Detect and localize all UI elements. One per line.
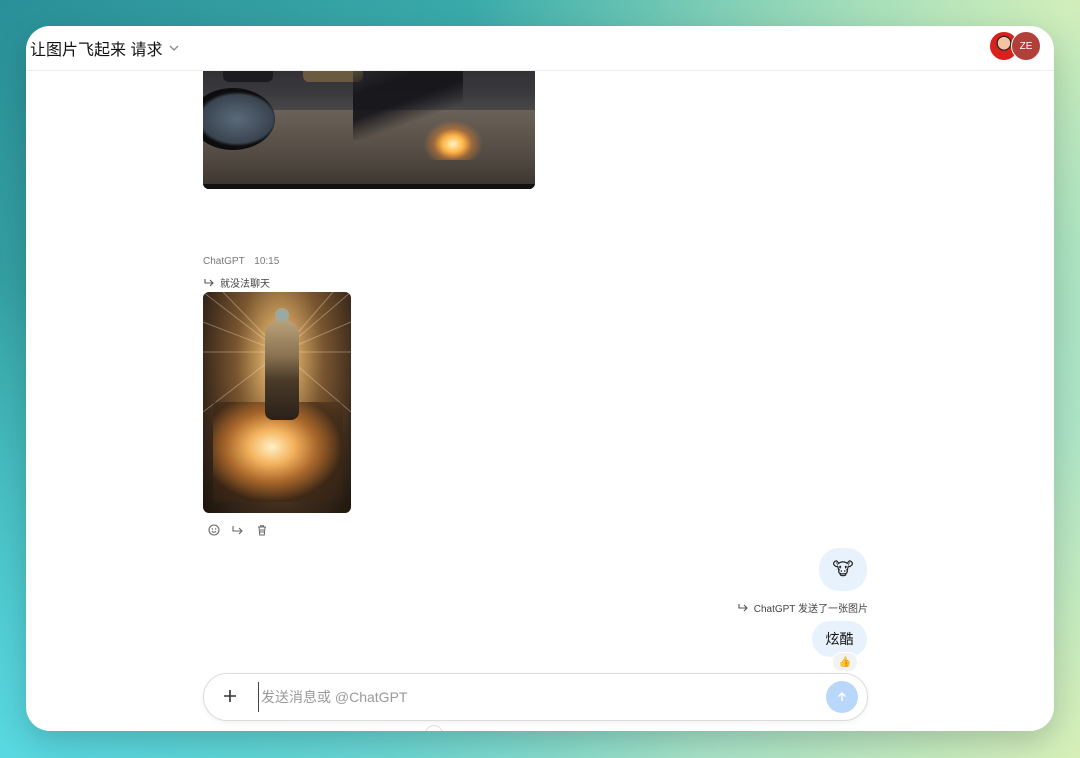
image-edge [203,184,535,189]
image-spark [423,120,483,160]
message-text: 炫酷 [825,631,854,647]
reply-text: 就没法聊天 [220,279,270,290]
avatar-initials: ZE [1019,40,1033,52]
chat-window: 让图片飞起来 请求 ZE ChatGPT 10:15 就没法聊天 🐮 ChatG… [26,26,1054,731]
thumbs-up-icon: 👍 [838,656,852,668]
chat-title: 让图片飞起来 请求 [30,42,163,59]
message-actions [207,523,269,537]
shared-image-running-man[interactable] [203,70,535,189]
emoji-add-icon[interactable] [207,523,221,537]
cow-emoji: 🐮 [832,559,854,579]
scroll-to-bottom-button[interactable] [425,725,443,731]
reply-arrow-icon [204,278,214,286]
message-composer [203,673,868,721]
reply-arrow-icon [738,603,748,611]
message-list[interactable]: ChatGPT 10:15 就没法聊天 🐮 ChatGPT 发送了一张图片 炫酷… [26,70,1054,731]
participant-avatars[interactable]: ZE [989,31,1041,61]
avatar-ze[interactable]: ZE [1011,31,1041,61]
reply-reference-right[interactable]: ChatGPT 发送了一张图片 [737,600,868,615]
image-car [223,70,273,82]
shared-image-flying-man[interactable] [203,292,351,513]
top-bar: 让图片飞起来 请求 ZE [26,26,1054,71]
chevron-down-icon [169,45,179,51]
forward-icon[interactable] [231,523,245,537]
chat-title-dropdown[interactable]: 让图片飞起来 请求 [30,36,180,60]
message-time: 10:15 [254,256,280,267]
trash-icon[interactable] [255,523,269,537]
send-arrow-icon [838,692,846,701]
image-figure [265,320,299,420]
reply-text-right: ChatGPT 发送了一张图片 [753,604,868,615]
sender-name: ChatGPT [203,256,245,267]
reply-reference[interactable]: 就没法聊天 [203,275,270,290]
image-figure-head [275,308,289,322]
user-emoji-message[interactable]: 🐮 [819,548,867,591]
reaction-badge[interactable]: 👍 [832,652,858,672]
plus-icon[interactable] [221,687,239,705]
message-input[interactable] [258,682,823,712]
send-button[interactable] [826,681,858,713]
message-meta: ChatGPT 10:15 [203,256,279,267]
